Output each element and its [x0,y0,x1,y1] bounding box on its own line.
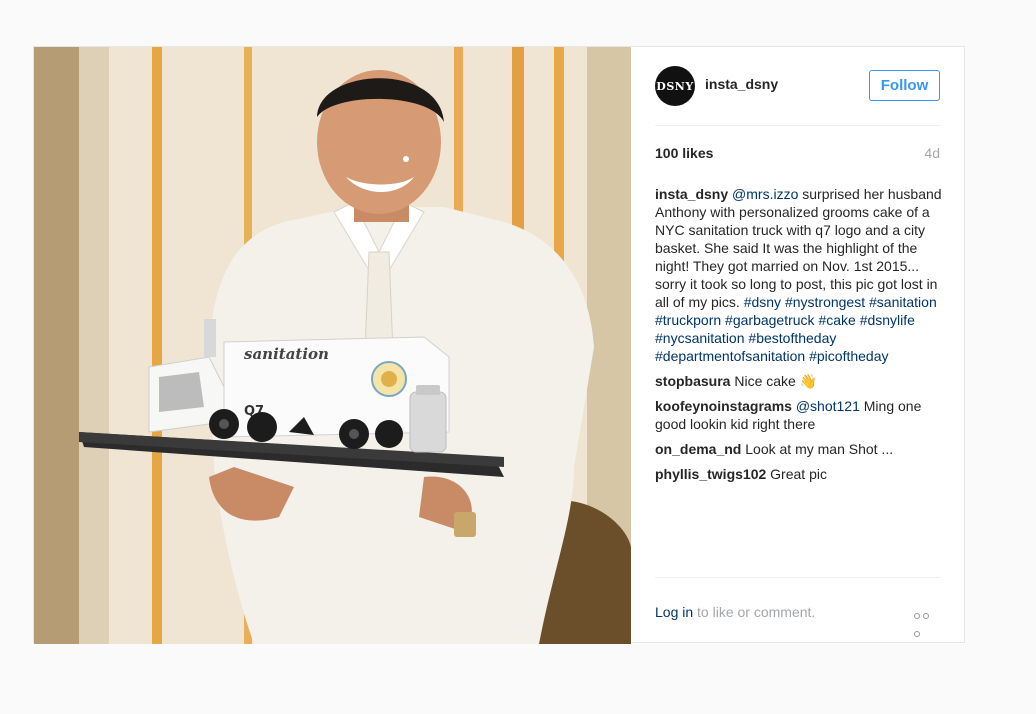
hashtag[interactable]: #bestoftheday [748,330,836,346]
post-card: sanitation Q7 DSNY insta_dsny Follow 100… [33,46,965,644]
avatar[interactable]: DSNY [655,66,695,106]
login-prompt: Log in to like or comment. [655,604,815,620]
comment-item: on_dema_nd Look at my man Shot ... [655,440,944,458]
hashtag[interactable]: #sanitation [869,294,937,310]
hashtag[interactable]: #departmentofsanitation [655,348,805,364]
hashtag[interactable]: #dsnylife [860,312,915,328]
caption-mention[interactable]: @mrs.izzo [732,186,798,202]
follow-button[interactable]: Follow [869,70,940,101]
comment-username[interactable]: stopbasura [655,373,730,389]
dot [923,613,929,619]
post-header: DSNY insta_dsny Follow [655,47,940,126]
hashtag[interactable]: #dsny [744,294,781,310]
post-username[interactable]: insta_dsny [705,76,778,92]
hashtag[interactable]: #cake [818,312,855,328]
hashtag[interactable]: #nycsanitation [655,330,745,346]
dot [914,613,920,619]
caption: insta_dsny @mrs.izzo surprised her husba… [655,185,944,365]
comment-item: koofeynoinstagrams @shot121 Ming one goo… [655,397,944,433]
post-age[interactable]: 4d [924,145,940,161]
login-link[interactable]: Log in [655,604,693,620]
post-photo[interactable]: sanitation Q7 [34,47,631,644]
photo-illustration: sanitation Q7 [34,47,631,644]
hashtag[interactable]: #nystrongest [785,294,865,310]
comments-list: insta_dsny @mrs.izzo surprised her husba… [655,185,944,490]
likes-count[interactable]: 100 likes [655,145,713,161]
login-prompt-text: to like or comment. [693,604,816,620]
comment-item: phyllis_twigs102 Great pic [655,465,944,483]
dot [914,631,920,637]
post-footer: Log in to like or comment. [655,577,940,644]
cake-text: sanitation [244,345,329,363]
comment-item: stopbasura Nice cake 👋 [655,372,944,390]
comment-username[interactable]: koofeynoinstagrams [655,398,792,414]
comment-username[interactable]: phyllis_twigs102 [655,466,766,482]
caption-text: surprised her husband Anthony with perso… [655,186,942,310]
caption-username[interactable]: insta_dsny [655,186,728,202]
likes-row: 100 likes 4d [655,145,940,165]
waving-hand-icon: 👋 [799,373,818,389]
comment-text: Nice cake [734,373,800,389]
comment-text: Great pic [770,466,827,482]
post-details-panel: DSNY insta_dsny Follow 100 likes 4d inst… [631,47,964,642]
hashtag[interactable]: #picoftheday [809,348,888,364]
comment-text: Look at my man Shot ... [745,441,894,457]
comment-mention[interactable]: @shot121 [796,398,860,414]
more-options-icon[interactable] [914,606,940,637]
avatar-text: DSNY [656,79,694,93]
hashtag[interactable]: #garbagetruck [725,312,815,328]
comment-username[interactable]: on_dema_nd [655,441,741,457]
hashtag[interactable]: #truckporn [655,312,721,328]
